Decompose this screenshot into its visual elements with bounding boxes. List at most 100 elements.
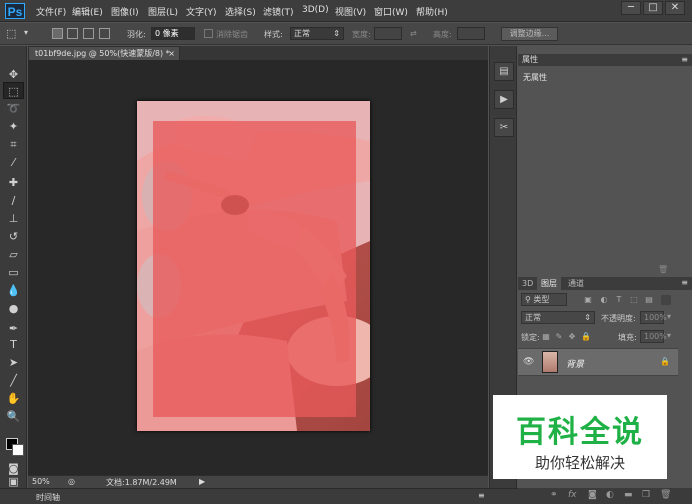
- fx-icon[interactable]: fx: [568, 490, 577, 500]
- lock-transparent-icon[interactable]: ▦: [541, 332, 551, 342]
- actions-panel-icon[interactable]: ▶: [494, 90, 514, 109]
- tab-3d[interactable]: 3D: [518, 277, 537, 290]
- tab-layers[interactable]: 图层: [537, 277, 561, 290]
- menu-layer[interactable]: 图层(L): [148, 5, 178, 18]
- subtract-selection-icon[interactable]: [83, 28, 94, 39]
- panel-menu-icon[interactable]: ≡: [681, 278, 688, 287]
- eyedropper-tool-icon[interactable]: ⁄: [3, 154, 24, 171]
- filter-smart-icon[interactable]: ▤: [644, 295, 654, 305]
- menu-filter[interactable]: 滤镜(T): [263, 5, 294, 18]
- stamp-tool-icon[interactable]: ⊥: [3, 210, 24, 227]
- chevron-down-icon[interactable]: ▾: [24, 28, 28, 37]
- antialias-checkbox[interactable]: [204, 29, 213, 38]
- document-tab[interactable]: t01bf9de.jpg @ 50%(快速蒙版/8) * ×: [28, 46, 180, 60]
- menu-help[interactable]: 帮助(H): [416, 5, 448, 18]
- line-tool-icon[interactable]: ╱: [3, 372, 24, 389]
- lock-all-icon[interactable]: 🔒: [581, 332, 591, 342]
- document-canvas[interactable]: [137, 101, 370, 431]
- opacity-arrow-icon[interactable]: ▾: [667, 312, 671, 321]
- tab-channels[interactable]: 通道: [564, 277, 588, 290]
- add-mask-icon[interactable]: ◙: [588, 490, 597, 500]
- new-group-icon[interactable]: ▬: [624, 490, 633, 500]
- healing-tool-icon[interactable]: ✚: [3, 174, 24, 191]
- history-panel-icon[interactable]: ▤: [494, 62, 514, 81]
- menu-view[interactable]: 视图(V): [335, 5, 366, 18]
- feather-label: 羽化:: [127, 30, 146, 39]
- swap-icon[interactable]: ⇄: [410, 29, 417, 38]
- add-selection-icon[interactable]: [67, 28, 78, 39]
- menu-type[interactable]: 文字(Y): [186, 5, 217, 18]
- opacity-input[interactable]: 100%: [640, 311, 667, 324]
- history-brush-icon[interactable]: ↺: [3, 228, 24, 245]
- filter-shape-icon[interactable]: ⬚: [629, 295, 639, 305]
- crop-tool-icon[interactable]: ⌗: [3, 136, 24, 153]
- status-arrow-icon[interactable]: ▶: [199, 477, 205, 486]
- trash-icon[interactable]: 🗑: [658, 265, 668, 274]
- path-select-icon[interactable]: ➤: [3, 354, 24, 371]
- background-color-swatch[interactable]: [12, 444, 24, 456]
- menu-bar: Ps 文件(F) 编辑(E) 图像(I) 图层(L) 文字(Y) 选择(S) 滤…: [0, 0, 692, 22]
- intersect-selection-icon[interactable]: [99, 28, 110, 39]
- menu-select[interactable]: 选择(S): [225, 5, 256, 18]
- minimize-button[interactable]: ─: [621, 1, 641, 15]
- feather-input[interactable]: 0 像素: [151, 27, 195, 40]
- link-layers-icon[interactable]: ⚭: [550, 490, 558, 500]
- tool-presets-icon[interactable]: ✂: [494, 118, 514, 137]
- dodge-tool-icon[interactable]: ●: [3, 300, 24, 317]
- fill-label: 填充:: [618, 333, 637, 342]
- eraser-tool-icon[interactable]: ▱: [3, 246, 24, 263]
- restore-button[interactable]: □: [643, 1, 663, 15]
- close-button[interactable]: ✕: [665, 1, 685, 15]
- new-layer-icon[interactable]: ❐: [642, 490, 650, 500]
- document-tab-title: t01bf9de.jpg @ 50%(快速蒙版/8) *: [35, 49, 170, 58]
- blend-mode-select[interactable]: 正常 ⇕: [521, 311, 595, 324]
- menu-edit[interactable]: 编辑(E): [72, 5, 103, 18]
- type-tool-icon[interactable]: T: [3, 336, 24, 353]
- move-tool-icon[interactable]: ✥: [3, 66, 24, 83]
- layers-bottom-bar: ⚭ fx ◙ ◐ ▬ ❐ 🗑: [518, 488, 692, 504]
- zoom-level[interactable]: 50%: [32, 477, 50, 486]
- gradient-tool-icon[interactable]: ▭: [3, 264, 24, 281]
- menu-file[interactable]: 文件(F): [36, 5, 66, 18]
- lock-pixels-icon[interactable]: ✎: [554, 332, 564, 342]
- eye-icon[interactable]: 👁: [523, 357, 534, 367]
- fill-input[interactable]: 100%: [640, 330, 667, 343]
- menu-3d[interactable]: 3D(D): [302, 5, 329, 15]
- menu-window[interactable]: 窗口(W): [374, 5, 408, 18]
- refine-edge-button[interactable]: 调整边缘...: [501, 27, 558, 41]
- panel-menu-icon[interactable]: ≡: [478, 491, 485, 500]
- style-value: 正常: [294, 29, 310, 38]
- layer-thumbnail[interactable]: [542, 351, 558, 373]
- screen-mode-icon[interactable]: ▣: [3, 476, 24, 488]
- layer-filter-select[interactable]: ⚲ 类型: [521, 293, 567, 306]
- marquee-tool-icon[interactable]: ⬚: [3, 82, 24, 99]
- filter-pixel-icon[interactable]: ▣: [583, 295, 593, 305]
- height-input[interactable]: [457, 27, 485, 40]
- style-select[interactable]: 正常 ⇕: [290, 27, 344, 40]
- chevron-down-icon: ⇕: [333, 29, 340, 38]
- properties-tab[interactable]: 属性 ≡: [518, 54, 692, 66]
- filter-toggle-icon[interactable]: [661, 295, 671, 305]
- lasso-tool-icon[interactable]: ➰: [3, 100, 24, 117]
- delete-layer-icon[interactable]: 🗑: [660, 490, 671, 500]
- adjustment-layer-icon[interactable]: ◐: [606, 490, 614, 500]
- filter-type-icon[interactable]: T: [614, 295, 624, 305]
- filter-adjust-icon[interactable]: ◐: [599, 295, 609, 305]
- menu-image[interactable]: 图像(I): [111, 5, 139, 18]
- timeline-tab[interactable]: 时间轴: [36, 492, 60, 503]
- lock-position-icon[interactable]: ✥: [567, 332, 577, 342]
- brush-tool-icon[interactable]: ∕: [3, 192, 24, 209]
- pen-tool-icon[interactable]: ✒: [3, 320, 24, 337]
- status-menu-icon[interactable]: ◎: [68, 477, 75, 486]
- magic-wand-tool-icon[interactable]: ✦: [3, 118, 24, 135]
- blur-tool-icon[interactable]: 💧: [3, 282, 24, 299]
- width-input[interactable]: [374, 27, 402, 40]
- zoom-tool-icon[interactable]: 🔍: [3, 408, 24, 425]
- marquee-preset-icon[interactable]: ⬚: [6, 27, 16, 40]
- hand-tool-icon[interactable]: ✋: [3, 390, 24, 407]
- panel-menu-icon[interactable]: ≡: [681, 54, 688, 66]
- new-selection-icon[interactable]: [52, 28, 63, 39]
- close-icon[interactable]: ×: [168, 47, 175, 60]
- fill-arrow-icon[interactable]: ▾: [667, 331, 671, 340]
- width-label: 宽度:: [352, 30, 371, 39]
